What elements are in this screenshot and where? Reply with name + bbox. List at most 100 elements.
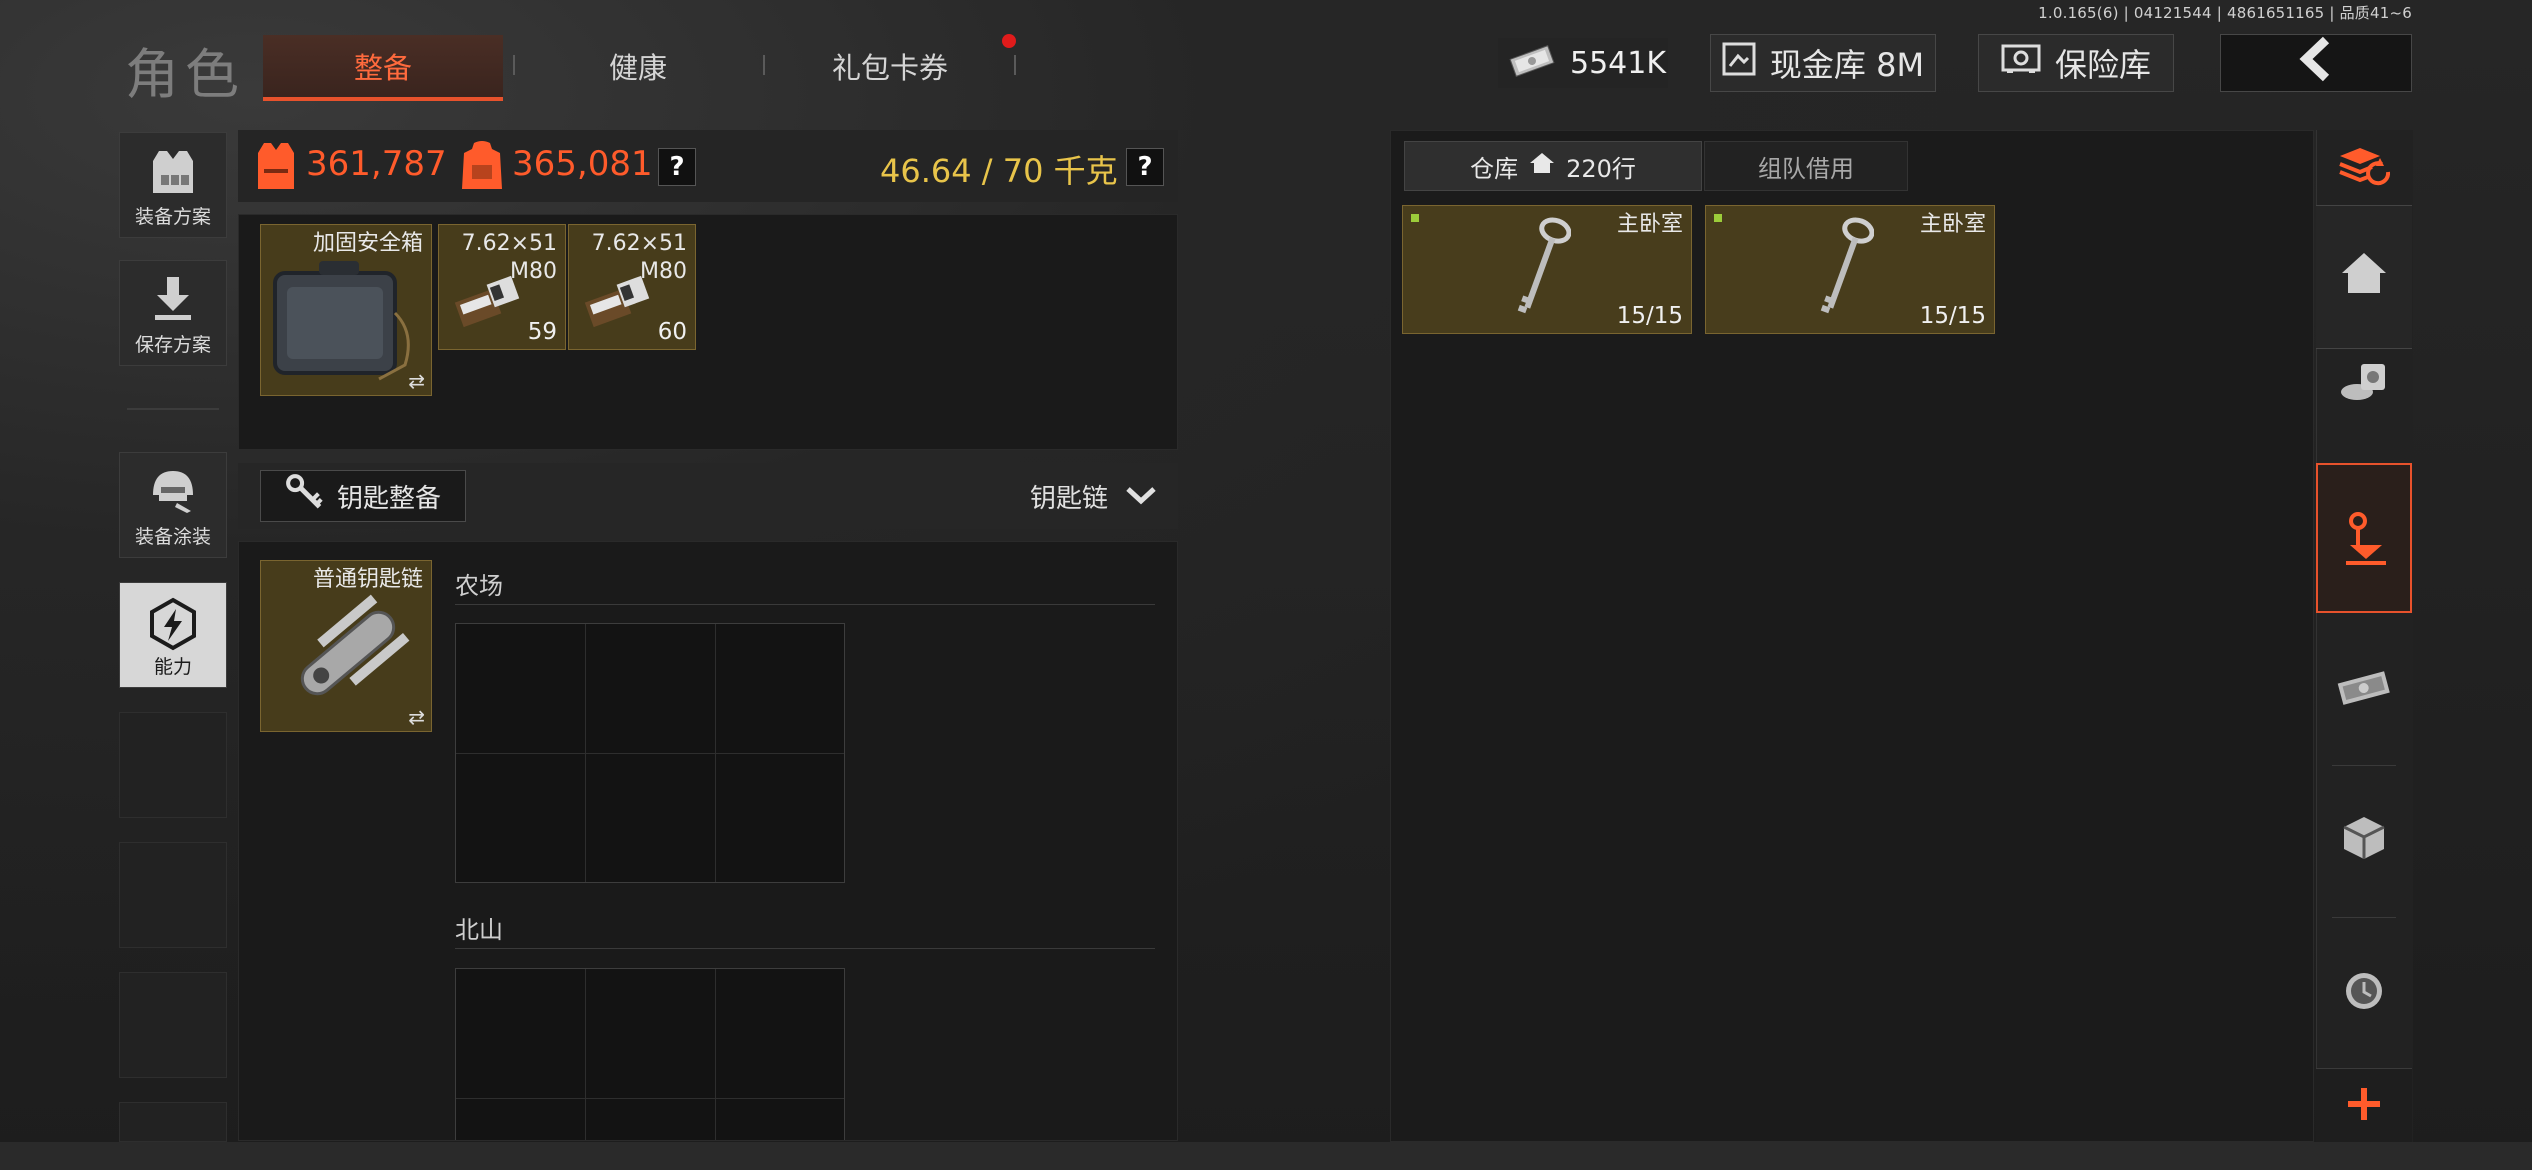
stack-refresh-icon bbox=[2336, 146, 2392, 194]
download-icon bbox=[151, 275, 195, 326]
safe-case-image-icon bbox=[269, 253, 419, 387]
nav-divider bbox=[2332, 917, 2396, 918]
empty-slot bbox=[119, 712, 227, 818]
cash-icon bbox=[2336, 669, 2392, 713]
key-item-slot[interactable]: 主卧室 15/15 bbox=[1402, 205, 1692, 334]
money-icon bbox=[1508, 44, 1556, 82]
key-download-button[interactable] bbox=[2316, 463, 2412, 613]
secure-case-slot[interactable]: 加固安全箱 ⇄ bbox=[260, 224, 432, 396]
key-loadout-button[interactable]: 钥匙整备 bbox=[260, 470, 466, 522]
save-plan-button[interactable]: 保存方案 bbox=[119, 260, 227, 366]
ammo-slot[interactable]: 7.62×51 M80 59 bbox=[438, 224, 566, 350]
tab-team-borrow[interactable]: 组队借用 bbox=[1704, 141, 1908, 191]
region-title: 农场 bbox=[455, 572, 503, 600]
loadout-plan-button[interactable]: 装备方案 bbox=[119, 132, 227, 238]
tab-divider bbox=[1014, 55, 1016, 75]
page-title: 角色 bbox=[125, 43, 245, 106]
bottom-bar bbox=[0, 1142, 2532, 1170]
vault-image-icon bbox=[1722, 42, 1756, 84]
lightning-hex-icon bbox=[146, 597, 200, 656]
armor-icon bbox=[256, 141, 296, 195]
coins-icon bbox=[2339, 360, 2389, 410]
region-divider bbox=[455, 948, 1155, 949]
home-icon bbox=[1528, 151, 1556, 181]
region-divider bbox=[455, 604, 1155, 605]
tab-gift-coupons[interactable]: 礼包卡券 bbox=[770, 35, 1010, 97]
key-item-count: 15/15 bbox=[1919, 303, 1986, 329]
nav-divider bbox=[127, 408, 219, 410]
backpack-value: 365,081 bbox=[512, 144, 653, 184]
status-indicator bbox=[1714, 214, 1722, 222]
cash-vault-label: 现金库 8M bbox=[1769, 46, 1925, 84]
tab-loadout[interactable]: 整备 bbox=[263, 35, 503, 101]
ammo-count: 60 bbox=[657, 319, 687, 345]
tab-storage-label: 仓库 bbox=[1470, 154, 1519, 183]
keychain-label: 普通钥匙链 bbox=[312, 567, 423, 592]
keychain-image-icon bbox=[273, 583, 423, 727]
key-item-slot[interactable]: 主卧室 15/15 bbox=[1705, 205, 1995, 334]
stack-refresh-button[interactable] bbox=[2316, 135, 2412, 205]
empty-slot bbox=[119, 972, 227, 1078]
status-indicator bbox=[1411, 214, 1419, 222]
key-icon bbox=[285, 471, 325, 522]
keychain-slot[interactable]: 普通钥匙链 ⇄ bbox=[260, 560, 432, 732]
swap-icon[interactable]: ⇄ bbox=[408, 369, 425, 393]
key-image-icon bbox=[1511, 214, 1572, 330]
ammo-count: 59 bbox=[527, 319, 557, 345]
box-nav-button[interactable] bbox=[2316, 805, 2412, 875]
currency-display: 5541K bbox=[1498, 38, 1668, 88]
backpack-icon bbox=[460, 139, 504, 197]
ammo-caliber: 7.62×51 bbox=[591, 231, 687, 256]
keychain-dropdown[interactable]: 钥匙链 bbox=[1030, 478, 1156, 515]
chevron-down-icon bbox=[1126, 482, 1156, 512]
home-icon bbox=[2340, 251, 2388, 299]
key-loadout-label: 钥匙整备 bbox=[337, 483, 442, 514]
version-text: 1.0.165(6) | 04121544 | 4861651165 | 品质4… bbox=[2038, 4, 2412, 22]
tab-health[interactable]: 健康 bbox=[518, 35, 758, 97]
empty-slot bbox=[119, 1102, 227, 1142]
key-download-icon bbox=[2340, 511, 2392, 571]
armor-value: 361,787 bbox=[306, 144, 447, 184]
loadout-plan-label: 装备方案 bbox=[134, 206, 211, 228]
tab-divider bbox=[763, 55, 765, 75]
ability-button[interactable]: 能力 bbox=[119, 582, 227, 688]
add-button[interactable] bbox=[2316, 1068, 2412, 1143]
key-image-icon bbox=[1814, 214, 1875, 330]
nav-divider bbox=[2332, 765, 2396, 766]
save-plan-label: 保存方案 bbox=[134, 334, 211, 356]
ability-label: 能力 bbox=[153, 656, 192, 678]
key-item-label: 主卧室 bbox=[1919, 212, 1986, 237]
safe-button[interactable]: 保险库 bbox=[1978, 34, 2174, 92]
weight-help-button[interactable]: ? bbox=[1126, 148, 1164, 186]
tab-rows-label: 220行 bbox=[1566, 154, 1636, 183]
keychain-dropdown-label: 钥匙链 bbox=[1030, 484, 1109, 514]
safe-label: 保险库 bbox=[2054, 46, 2151, 84]
safe-icon bbox=[2001, 44, 2041, 82]
secure-case-label: 加固安全箱 bbox=[312, 231, 423, 256]
key-grid[interactable] bbox=[455, 968, 845, 1140]
tab-divider bbox=[513, 55, 515, 75]
ammo-caliber: 7.62×51 bbox=[461, 231, 557, 256]
notification-dot bbox=[1002, 34, 1016, 48]
home-nav-button[interactable] bbox=[2316, 240, 2412, 310]
vest-icon bbox=[147, 147, 199, 202]
back-arrow-icon bbox=[2296, 36, 2336, 90]
weight-value: 46.64 / 70 千克 bbox=[880, 152, 1118, 190]
equipment-skin-label: 装备涂装 bbox=[134, 526, 211, 548]
coins-nav-button[interactable] bbox=[2316, 350, 2412, 420]
clock-nav-button[interactable] bbox=[2316, 958, 2412, 1028]
ammo-box-icon bbox=[449, 273, 529, 337]
tab-storage[interactable]: 仓库 220行 bbox=[1404, 141, 1702, 191]
region-title: 北山 bbox=[455, 916, 503, 944]
box-icon bbox=[2342, 815, 2386, 865]
equipment-skin-button[interactable]: 装备涂装 bbox=[119, 452, 227, 558]
help-button[interactable]: ? bbox=[658, 148, 696, 186]
back-button[interactable] bbox=[2220, 34, 2412, 92]
key-item-label: 主卧室 bbox=[1616, 212, 1683, 237]
key-grid[interactable] bbox=[455, 623, 845, 883]
swap-icon[interactable]: ⇄ bbox=[408, 705, 425, 729]
clock-icon bbox=[2343, 970, 2385, 1016]
ammo-slot[interactable]: 7.62×51 M80 60 bbox=[568, 224, 696, 350]
cash-vault-button[interactable]: 现金库 8M bbox=[1710, 34, 1936, 92]
cash-nav-button[interactable] bbox=[2316, 656, 2412, 726]
